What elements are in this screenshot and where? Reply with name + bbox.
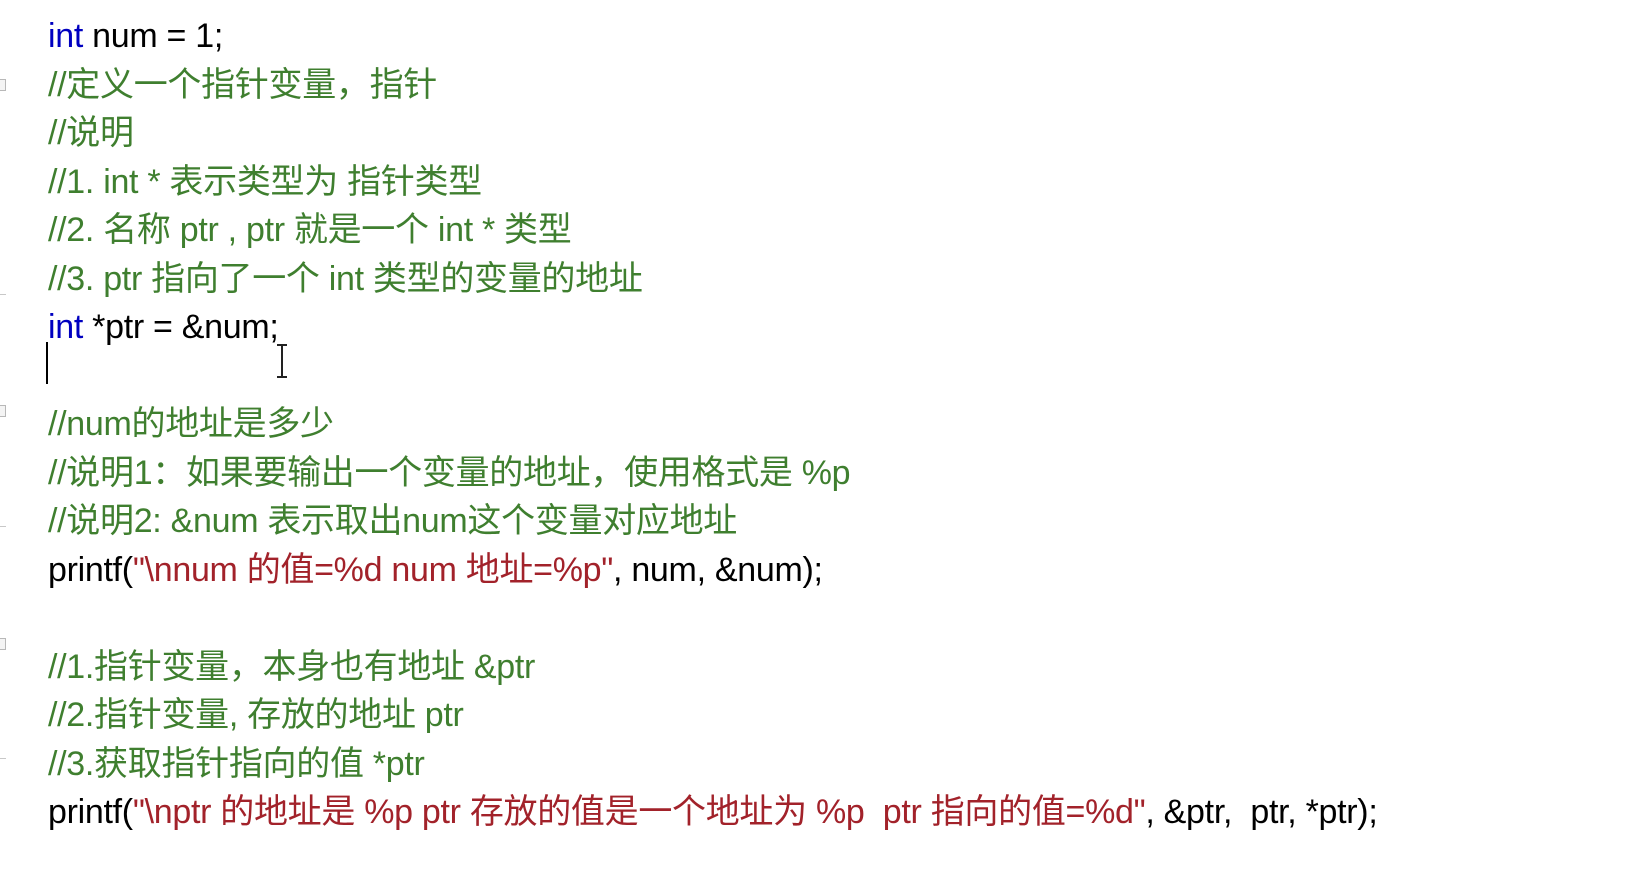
function-call: printf( <box>48 793 133 831</box>
code-line-6[interactable]: //3. ptr 指向了一个 int 类型的变量的地址 <box>48 255 1639 304</box>
text-caret <box>46 342 48 384</box>
code-line-4[interactable]: //1. int * 表示类型为 指针类型 <box>48 158 1639 207</box>
gutter-tick <box>0 526 6 527</box>
code-text: , &ptr, ptr, *ptr); <box>1145 793 1378 831</box>
gutter-tick <box>0 294 6 295</box>
fold-marker[interactable] <box>0 405 6 417</box>
code-line-10[interactable]: //说明1：如果要输出一个变量的地址，使用格式是 %p <box>48 449 1639 498</box>
string-literal: "\nnum 的值=%d num 地址=%p" <box>132 550 614 589</box>
code-line-1[interactable]: int num = 1; <box>48 12 1639 61</box>
code-text: *ptr = &num; <box>83 308 279 346</box>
function-call: printf( <box>48 550 133 589</box>
code-line-2[interactable]: //定义一个指针变量，指针 <box>48 61 1639 110</box>
fold-marker[interactable] <box>0 638 6 650</box>
code-editor[interactable]: int num = 1; //定义一个指针变量，指针 //说明 //1. int… <box>0 0 1639 882</box>
code-line-5[interactable]: //2. 名称 ptr , ptr 就是一个 int * 类型 <box>48 206 1639 255</box>
code-area[interactable]: int num = 1; //定义一个指针变量，指针 //说明 //1. int… <box>48 12 1639 837</box>
code-line-14[interactable]: //1.指针变量，本身也有地址 &ptr <box>48 643 1639 692</box>
editor-gutter <box>0 0 18 882</box>
code-line-11[interactable]: //说明2: &num 表示取出num这个变量对应地址 <box>48 497 1639 546</box>
code-line-15[interactable]: //2.指针变量, 存放的地址 ptr <box>48 691 1639 740</box>
code-text: , num, &num); <box>613 550 823 589</box>
code-text: num = 1; <box>83 17 224 55</box>
code-line-17[interactable]: printf("\nptr 的地址是 %p ptr 存放的值是一个地址为 %p … <box>48 788 1639 837</box>
fold-marker[interactable] <box>0 79 6 91</box>
string-literal: "\nptr 的地址是 %p ptr 存放的值是一个地址为 %p ptr 指向的… <box>132 793 1146 831</box>
code-line-3[interactable]: //说明 <box>48 109 1639 158</box>
keyword: int <box>48 17 84 55</box>
code-line-16[interactable]: //3.获取指针指向的值 *ptr <box>48 740 1639 789</box>
code-line-9[interactable]: //num的地址是多少 <box>48 400 1639 449</box>
gutter-tick <box>0 758 6 759</box>
ibeam-cursor-icon <box>277 344 287 378</box>
code-line-13[interactable] <box>48 594 1639 643</box>
code-line-12[interactable]: printf("\nnum 的值=%d num 地址=%p", num, &nu… <box>48 546 1639 595</box>
keyword: int <box>48 308 84 346</box>
